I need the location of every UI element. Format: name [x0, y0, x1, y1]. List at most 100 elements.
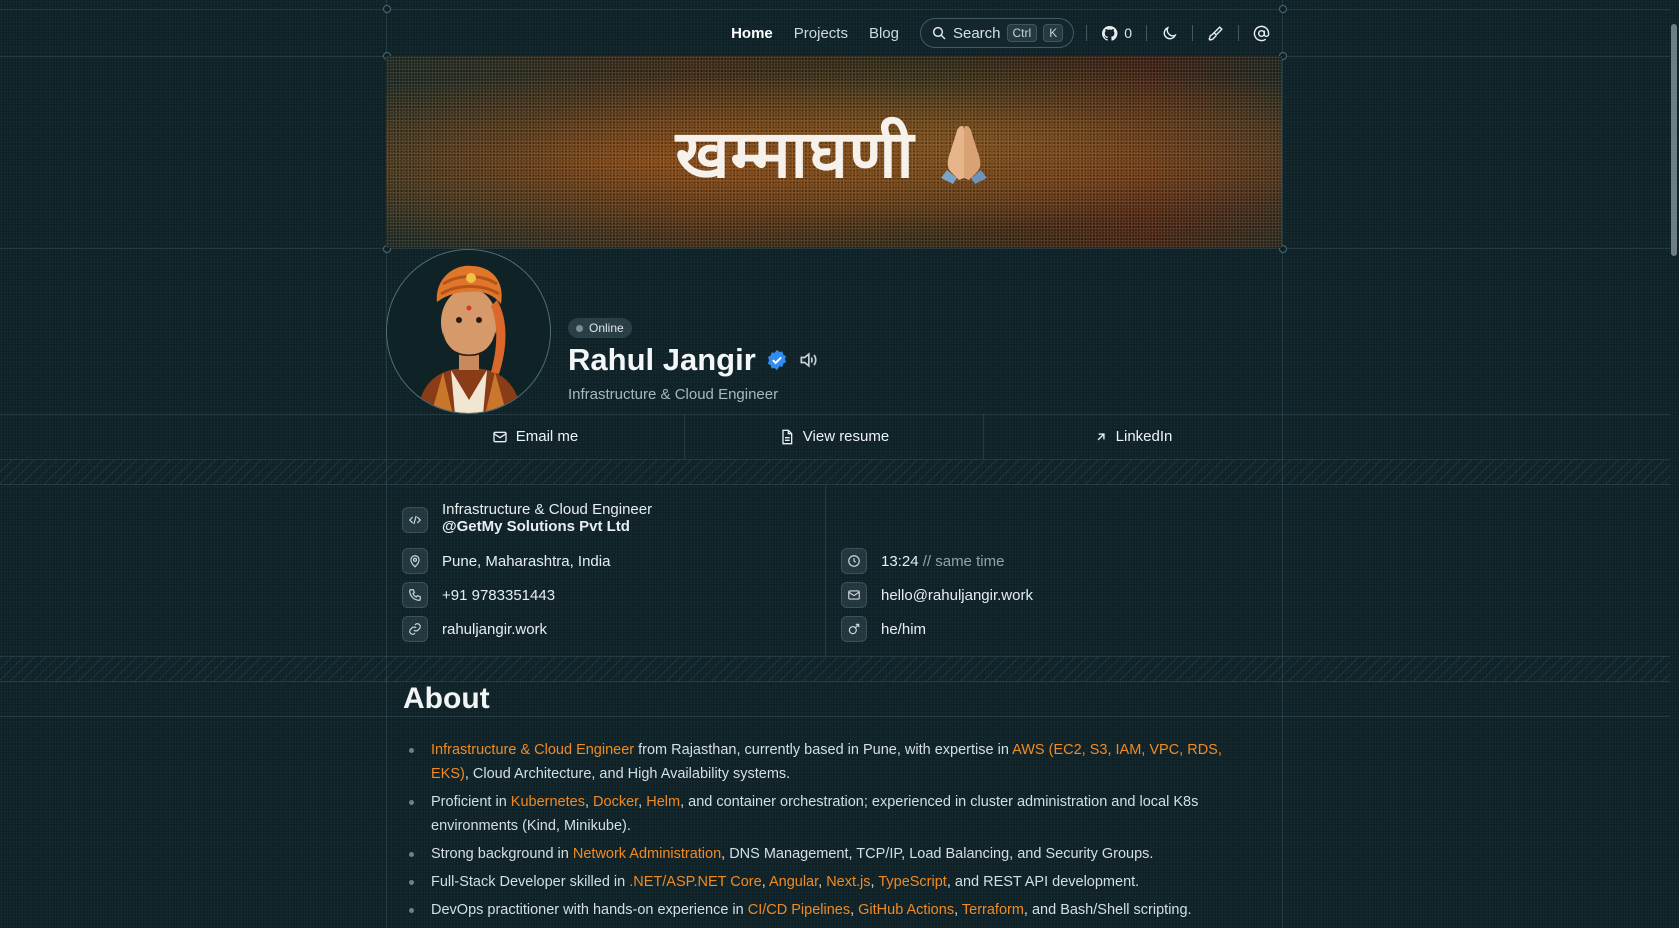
- verified-badge-icon: [767, 349, 786, 371]
- profile-actions: Email me View resume LinkedIn: [386, 414, 1282, 459]
- about-list: Infrastructure & Cloud Engineer from Raj…: [406, 738, 1246, 926]
- mail-icon: [493, 431, 507, 442]
- divider: [0, 681, 1670, 682]
- clock-icon: [841, 548, 867, 574]
- about-item: Proficient in Kubernetes, Docker, Helm, …: [406, 790, 1246, 838]
- about-text: Full-Stack Developer skilled in: [431, 874, 630, 890]
- divider: [0, 484, 1670, 485]
- kbd-k: K: [1043, 24, 1064, 42]
- hero-banner: खम्माघणी: [386, 56, 1282, 248]
- nav-separator: [1192, 25, 1193, 41]
- about-text: ,: [954, 902, 962, 918]
- map-pin-icon: [402, 548, 428, 574]
- speaker-icon[interactable]: [798, 350, 818, 370]
- banner-title: खम्माघणी: [675, 116, 915, 193]
- about-text: , Cloud Architecture, and High Availabil…: [464, 766, 791, 782]
- highlight-link[interactable]: .NET/ASP.NET Core: [629, 874, 761, 890]
- divider: [0, 716, 1670, 717]
- about-text: Strong background in: [431, 846, 573, 862]
- top-navigation: Home Projects Blog Search Ctrl K 0: [386, 10, 1282, 56]
- view-resume-button[interactable]: View resume: [685, 414, 984, 459]
- moon-icon: [1163, 25, 1177, 39]
- highlight-link[interactable]: Angular: [769, 874, 818, 890]
- status-text: Online: [589, 321, 624, 335]
- nav-separator: [1086, 25, 1088, 41]
- info-website: rahuljangir.work: [402, 616, 547, 642]
- status-badge: Online: [568, 318, 632, 338]
- avatar: [386, 249, 551, 414]
- linkedin-button[interactable]: LinkedIn: [984, 414, 1282, 459]
- folded-hands-icon: [940, 126, 987, 184]
- search-button[interactable]: Search Ctrl K: [919, 18, 1075, 48]
- email-me-button[interactable]: Email me: [386, 414, 685, 459]
- mail-icon: [841, 582, 867, 608]
- nav-projects-link[interactable]: Projects: [794, 25, 848, 42]
- profile-name-row: Rahul Jangir: [568, 342, 818, 378]
- about-text: DevOps practitioner with hands-on experi…: [431, 902, 748, 918]
- nav-home-link[interactable]: Home: [731, 25, 773, 42]
- info-company: @GetMy Solutions Pvt Ltd: [442, 518, 630, 535]
- search-icon: [932, 26, 946, 40]
- contact-button[interactable]: [1253, 25, 1270, 42]
- linkedin-label: LinkedIn: [1115, 428, 1173, 445]
- info-phone-text[interactable]: +91 9783351443: [442, 587, 555, 604]
- arrow-up-right-icon: [1097, 432, 1105, 440]
- info-time: 13:24 // same time: [841, 548, 1004, 574]
- about-text: ,: [584, 794, 594, 810]
- link-icon: [402, 616, 428, 642]
- scrollbar-thumb[interactable]: [1671, 24, 1677, 256]
- divider: [825, 485, 826, 656]
- highlight-link[interactable]: Docker: [593, 794, 638, 810]
- info-time-note: // same time: [922, 552, 1005, 570]
- divider-pattern: [0, 657, 1670, 681]
- about-text: ,: [818, 874, 827, 890]
- info-location-text: Pune, Maharashtra, India: [442, 552, 611, 570]
- about-item: DevOps practitioner with hands-on experi…: [406, 898, 1246, 922]
- nav-separator: [1146, 25, 1147, 41]
- github-icon: [1102, 25, 1118, 41]
- highlight-link[interactable]: GitHub Actions: [858, 902, 954, 918]
- search-label: Search: [952, 24, 1001, 42]
- info-location: Pune, Maharashtra, India: [402, 548, 610, 574]
- github-button[interactable]: 0: [1101, 25, 1132, 42]
- about-text: Proficient in: [431, 794, 511, 810]
- info-pronouns: he/him: [841, 616, 926, 642]
- highlight-link[interactable]: Network Administration: [573, 846, 721, 862]
- about-item: Strong background in Network Administrat…: [406, 842, 1246, 866]
- male-symbol-icon: [841, 616, 867, 642]
- about-text: ,: [761, 874, 769, 890]
- about-heading: About: [403, 682, 490, 715]
- about-text: , DNS Management, TCP/IP, Load Balancing…: [721, 846, 1154, 862]
- avatar-illustration: [387, 250, 550, 413]
- highlight-link[interactable]: CI/CD Pipelines: [748, 902, 850, 918]
- nav-separator: [1238, 25, 1239, 41]
- about-item: Full-Stack Developer skilled in .NET/ASP…: [406, 870, 1246, 894]
- info-email-link[interactable]: hello@rahuljangir.work: [881, 587, 1033, 604]
- info-email: hello@rahuljangir.work: [841, 582, 1033, 608]
- highlight-link[interactable]: TypeScript: [878, 874, 947, 890]
- highlight-link[interactable]: Terraform: [962, 902, 1024, 918]
- theme-toggle-button[interactable]: [1161, 25, 1178, 42]
- email-me-label: Email me: [515, 428, 579, 445]
- divider: [0, 248, 1670, 249]
- code-icon: [402, 507, 428, 533]
- github-count: 0: [1124, 25, 1132, 41]
- info-website-link[interactable]: rahuljangir.work: [442, 621, 547, 638]
- divider-pattern: [0, 460, 1670, 484]
- profile-name: Rahul Jangir: [568, 342, 756, 377]
- info-phone: +91 9783351443: [402, 582, 555, 608]
- nav-blog-link[interactable]: Blog: [869, 25, 899, 42]
- theme-paint-button[interactable]: [1207, 25, 1224, 42]
- highlight-link[interactable]: Helm: [646, 794, 680, 810]
- about-text: ,: [850, 902, 859, 918]
- status-dot: [576, 324, 583, 332]
- about-text: , and Bash/Shell scripting.: [1023, 902, 1192, 918]
- highlight-link[interactable]: Kubernetes: [511, 794, 585, 810]
- about-text: , and REST API development.: [946, 874, 1140, 890]
- highlight-link[interactable]: Infrastructure & Cloud Engineer: [431, 742, 634, 758]
- highlight-link[interactable]: Next.js: [826, 874, 870, 890]
- at-sign-icon: [1253, 25, 1270, 41]
- info-pronouns-text: he/him: [881, 620, 927, 638]
- paintbrush-icon: [1208, 25, 1223, 41]
- kbd-ctrl: Ctrl: [1006, 24, 1038, 42]
